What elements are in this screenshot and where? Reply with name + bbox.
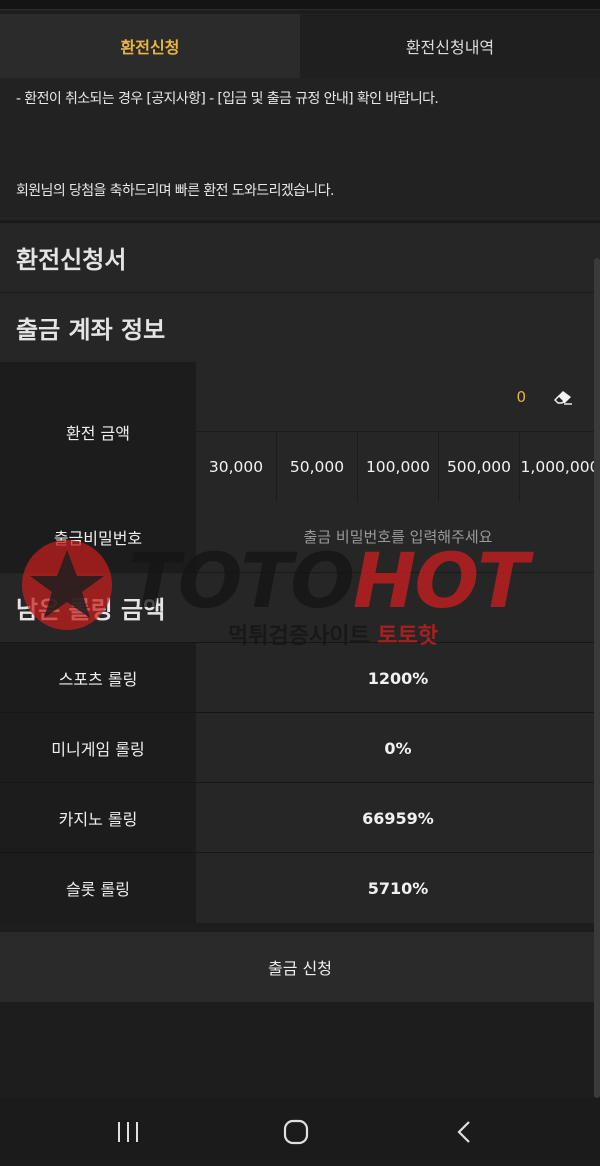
- password-label: 출금비밀번호: [0, 502, 196, 572]
- notice-line-1: - 환전이 취소되는 경우 [공지사항] - [입금 및 출금 규정 안내] 확…: [16, 91, 439, 107]
- amount-presets: 30,000 50,000 100,000 500,000 1,000,000: [196, 432, 600, 502]
- eraser-icon[interactable]: [552, 389, 574, 405]
- tab-withdraw-request[interactable]: 환전신청: [0, 14, 300, 78]
- rolling-row: 슬롯 롤링 5710%: [0, 852, 600, 923]
- password-row: 출금비밀번호: [0, 502, 600, 572]
- status-bar-edge: [0, 0, 600, 10]
- form-title: 환전신청서: [0, 222, 600, 292]
- rolling-label: 카지노 롤링: [0, 783, 196, 853]
- back-icon[interactable]: [444, 1116, 484, 1148]
- account-section-title: 출금 계좌 정보: [0, 292, 600, 362]
- home-icon[interactable]: [276, 1116, 316, 1148]
- withdraw-submit-button[interactable]: 출금 신청: [0, 932, 600, 1002]
- amount-row: 환전 금액 0 30,000 50,000 100,000 500,000 1,…: [0, 362, 600, 502]
- notice-box: - 환전이 취소되는 경우 [공지사항] - [입금 및 출금 규정 안내] 확…: [0, 78, 600, 220]
- recent-apps-icon[interactable]: [108, 1116, 148, 1148]
- preset-button-1000000[interactable]: 1,000,000: [520, 432, 600, 502]
- rolling-label: 스포츠 롤링: [0, 643, 196, 713]
- rolling-label: 미니게임 롤링: [0, 713, 196, 783]
- rolling-row: 미니게임 롤링 0%: [0, 712, 600, 783]
- rolling-value: 0%: [196, 713, 600, 783]
- rolling-value: 5710%: [196, 853, 600, 923]
- android-nav-bar: [0, 1098, 600, 1166]
- password-input[interactable]: [196, 502, 600, 572]
- rolling-section-title: 남은 롤링 금액: [0, 572, 600, 642]
- rolling-value: 66959%: [196, 783, 600, 853]
- tab-bar: 환전신청 환전신청내역: [0, 14, 600, 78]
- preset-button-50000[interactable]: 50,000: [277, 432, 358, 502]
- tab-withdraw-history[interactable]: 환전신청내역: [300, 14, 600, 78]
- notice-line-2: 회원님의 당첨을 축하드리며 빠른 환전 도와드리겠습니다.: [16, 183, 334, 199]
- rolling-label: 슬롯 롤링: [0, 853, 196, 923]
- preset-button-100000[interactable]: 100,000: [358, 432, 439, 502]
- amount-value: 0: [516, 387, 526, 406]
- amount-label: 환전 금액: [0, 362, 196, 502]
- rolling-value: 1200%: [196, 643, 600, 713]
- rolling-row: 스포츠 롤링 1200%: [0, 642, 600, 713]
- preset-button-30000[interactable]: 30,000: [196, 432, 277, 502]
- amount-display: 0: [196, 362, 600, 432]
- preset-button-500000[interactable]: 500,000: [439, 432, 520, 502]
- rolling-row: 카지노 롤링 66959%: [0, 782, 600, 853]
- scrollbar[interactable]: [594, 258, 600, 1098]
